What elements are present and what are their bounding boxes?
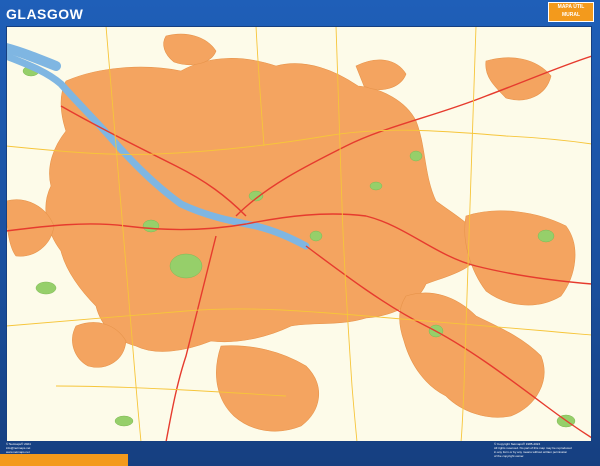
park-9	[369, 181, 383, 191]
park-2	[142, 219, 160, 233]
park-4	[309, 230, 323, 242]
park-10	[114, 415, 134, 427]
park-5	[35, 281, 57, 295]
park-1	[169, 253, 203, 279]
city-map[interactable]	[6, 26, 592, 442]
park-7	[537, 229, 555, 243]
badge-line-2: MURAL	[561, 12, 581, 18]
footer-accent-bar	[0, 454, 128, 466]
map-frame: GLASGOW MAPA ÚTIL MURAL © Netmaps® 2024 …	[0, 0, 600, 466]
map-title: GLASGOW	[6, 6, 84, 22]
park-3	[248, 190, 264, 202]
footer-right-line-4: of the copyright owner.	[494, 454, 525, 458]
park-12	[409, 150, 423, 162]
map-footer: © Netmaps® 2024 info@netmaps.net www.net…	[0, 442, 600, 466]
badge-line-1: MAPA ÚTIL	[557, 4, 585, 10]
brand-badge: MAPA ÚTIL MURAL	[548, 2, 594, 22]
